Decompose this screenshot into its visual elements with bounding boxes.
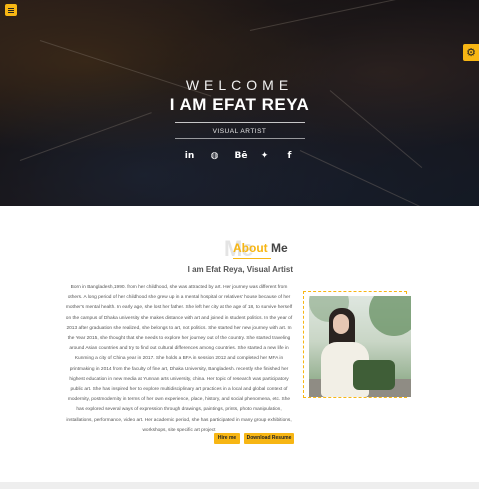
- about-bio: Born in Bangladesh,1990. from her childh…: [65, 285, 293, 433]
- about-subtitle: I am Efat Reya, Visual Artist: [187, 265, 293, 274]
- hero-divider: [175, 122, 305, 123]
- hamburger-icon: [8, 7, 14, 9]
- menu-button[interactable]: [5, 4, 17, 16]
- about-section: Me About Me I am Efat Reya, Visual Artis…: [0, 206, 479, 489]
- welcome-heading: WELCOME: [185, 77, 294, 93]
- linkedin-icon[interactable]: in: [185, 150, 195, 162]
- download-resume-button[interactable]: Download Resume: [244, 433, 294, 444]
- globe-icon[interactable]: ◍: [210, 150, 220, 162]
- title-underline: [233, 258, 271, 259]
- twitter-icon[interactable]: ✦: [260, 150, 270, 162]
- footer-strip: [0, 482, 479, 489]
- about-title: About Me: [233, 241, 288, 255]
- behance-icon[interactable]: Bē: [235, 150, 248, 162]
- about-title-rest: Me: [267, 241, 288, 255]
- profile-photo: [309, 296, 411, 397]
- hero-name: I AM EFAT REYA: [169, 95, 310, 114]
- settings-gear-button[interactable]: ⚙: [463, 44, 479, 61]
- facebook-icon[interactable]: f: [285, 150, 295, 162]
- social-links: in ◍ Bē ✦ f: [0, 150, 479, 162]
- hire-me-button[interactable]: Hire me: [214, 433, 240, 444]
- hero-role: VISUAL ARTIST: [212, 128, 267, 135]
- hero-banner: ⚙ WELCOME I AM EFAT REYA VISUAL ARTIST i…: [0, 0, 479, 206]
- about-title-accent: About: [233, 241, 268, 255]
- hero-divider: [175, 138, 305, 139]
- gear-icon: ⚙: [466, 46, 476, 59]
